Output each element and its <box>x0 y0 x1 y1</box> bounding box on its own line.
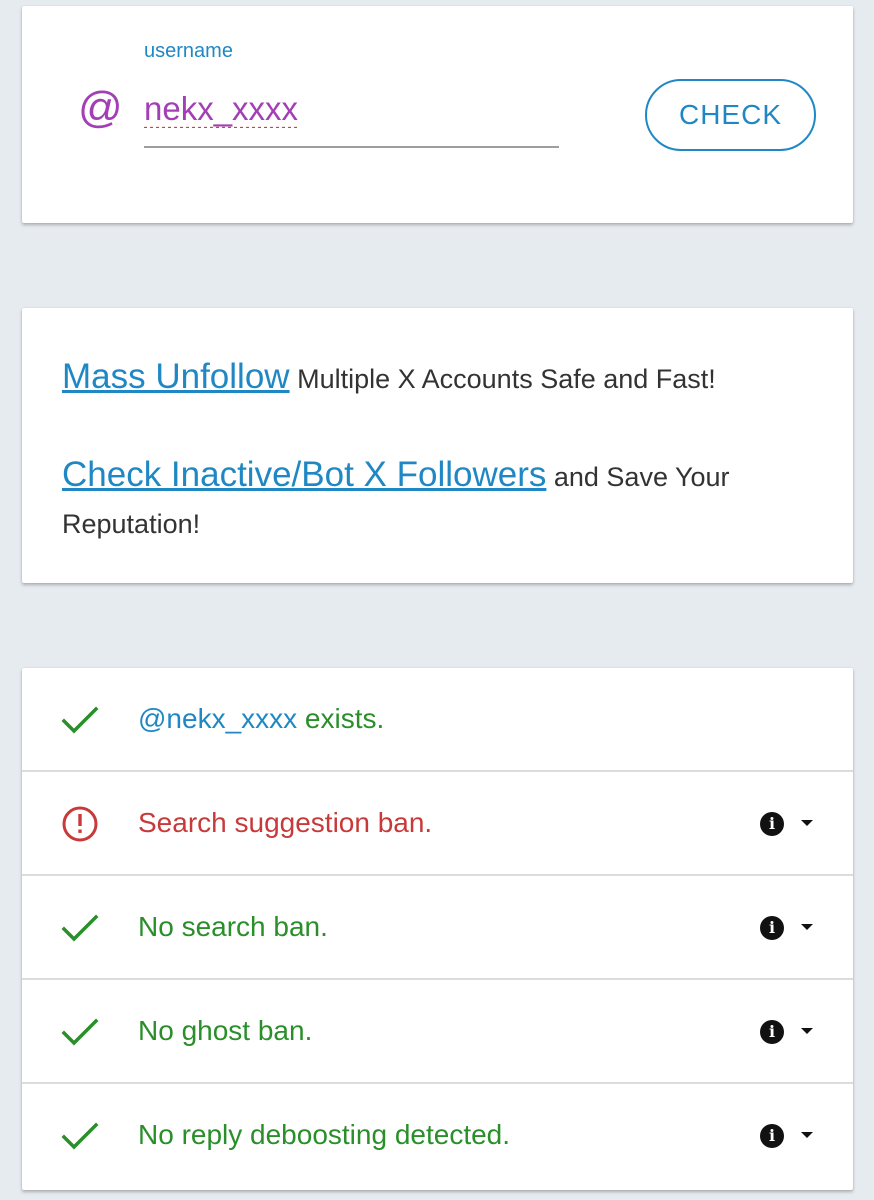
check-icon <box>61 914 99 942</box>
mass-unfollow-link[interactable]: Mass Unfollow <box>62 357 290 396</box>
check-icon <box>61 706 99 734</box>
caret-down-icon[interactable] <box>801 820 813 826</box>
results-card: @nekx_xxxx exists. Search suggestion ban… <box>22 668 853 1190</box>
result-exists-suffix: exists. <box>297 703 385 734</box>
username-input[interactable] <box>144 86 559 148</box>
result-text-ghost-ban: No ghost ban. <box>138 1015 313 1046</box>
promo-line-mass-unfollow: Mass Unfollow Multiple X Accounts Safe a… <box>62 353 813 403</box>
alert-circle-icon <box>62 806 98 842</box>
result-row-search-suggestion-ban[interactable]: Search suggestion ban. i <box>22 772 853 876</box>
result-text-search-ban: No search ban. <box>138 911 328 942</box>
check-icon <box>61 1122 99 1150</box>
result-row-ghost-ban[interactable]: No ghost ban. i <box>22 980 853 1084</box>
promo-line-inactive-followers: Check Inactive/Bot X Followers and Save … <box>62 451 813 548</box>
result-row-exists: @nekx_xxxx exists. <box>22 668 853 772</box>
caret-down-icon[interactable] <box>801 924 813 930</box>
result-handle: @nekx_xxxx <box>138 703 298 734</box>
caret-down-icon[interactable] <box>801 1132 813 1138</box>
result-row-search-ban[interactable]: No search ban. i <box>22 876 853 980</box>
username-field-label: username <box>144 40 233 62</box>
promo-card: Mass Unfollow Multiple X Accounts Safe a… <box>22 308 853 583</box>
check-button[interactable]: CHECK <box>645 79 816 151</box>
caret-down-icon[interactable] <box>801 1028 813 1034</box>
info-icon[interactable]: i <box>760 812 784 836</box>
result-text-reply-deboosting: No reply deboosting detected. <box>138 1119 511 1150</box>
info-icon[interactable]: i <box>760 1124 784 1148</box>
info-icon[interactable]: i <box>760 1020 784 1044</box>
result-text-search-suggestion-ban: Search suggestion ban. <box>138 807 433 838</box>
promo-text-1: Multiple X Accounts Safe and Fast! <box>289 364 716 394</box>
result-text-exists: @nekx_xxxx exists. <box>138 701 384 737</box>
info-icon[interactable]: i <box>760 916 784 940</box>
check-inactive-followers-link[interactable]: Check Inactive/Bot X Followers <box>62 455 546 494</box>
result-row-reply-deboosting[interactable]: No reply deboosting detected. i <box>22 1084 853 1188</box>
check-icon <box>61 1018 99 1046</box>
username-search-card: username @ CHECK <box>22 6 853 223</box>
at-sign-icon: @ <box>78 83 123 132</box>
